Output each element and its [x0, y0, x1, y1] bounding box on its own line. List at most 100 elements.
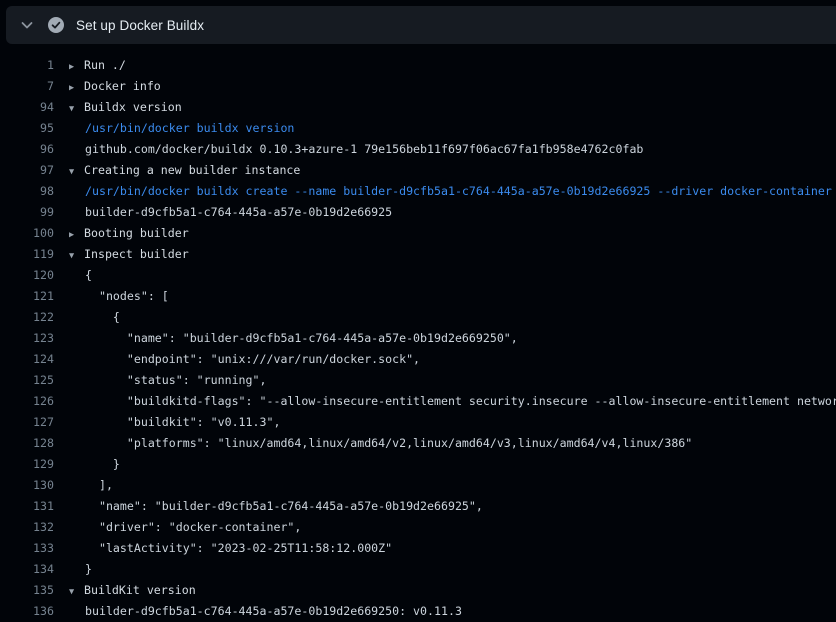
log-output-text: builder-d9cfb5a1-c764-445a-a57e-0b19d2e6… — [69, 202, 392, 223]
log-group-title[interactable]: Buildx version — [84, 100, 182, 114]
log-group-row[interactable]: ▶Docker info — [69, 76, 161, 97]
log-line: 136 builder-d9cfb5a1-c764-445a-a57e-0b19… — [0, 601, 836, 622]
step-title: Set up Docker Buildx — [76, 18, 204, 33]
step-header[interactable]: Set up Docker Buildx — [6, 6, 836, 44]
log-view: 1 ▶Run ./ 7 ▶Docker info 94 ▼Buildx vers… — [0, 55, 836, 622]
chevron-down-icon[interactable] — [19, 17, 35, 33]
log-line: 100 ▶Booting builder — [0, 223, 836, 244]
log-group-title[interactable]: Creating a new builder instance — [84, 163, 300, 177]
log-command-text: /usr/bin/docker buildx version — [69, 118, 294, 139]
log-group-title[interactable]: Booting builder — [84, 226, 189, 240]
line-number[interactable]: 127 — [0, 412, 54, 433]
group-toggle-collapsed-arrow-icon[interactable]: ▶ — [69, 57, 84, 78]
line-number[interactable]: 1 — [0, 55, 54, 76]
log-output-text: { — [69, 307, 120, 328]
log-output-text: { — [69, 265, 92, 286]
log-line: 133 "lastActivity": "2023-02-25T11:58:12… — [0, 538, 836, 559]
log-output-text: "status": "running", — [69, 370, 266, 391]
line-number[interactable]: 122 — [0, 307, 54, 328]
log-output-text: ], — [69, 475, 113, 496]
group-toggle-collapsed-arrow-icon[interactable]: ▶ — [69, 225, 84, 246]
line-number[interactable]: 98 — [0, 181, 54, 202]
line-number[interactable]: 136 — [0, 601, 54, 622]
log-line: 122 { — [0, 307, 836, 328]
line-number[interactable]: 95 — [0, 118, 54, 139]
line-number[interactable]: 125 — [0, 370, 54, 391]
group-toggle-expanded-arrow-icon[interactable]: ▼ — [69, 99, 84, 120]
line-number[interactable]: 119 — [0, 244, 54, 265]
log-line: 131 "name": "builder-d9cfb5a1-c764-445a-… — [0, 496, 836, 517]
log-output-text: "lastActivity": "2023-02-25T11:58:12.000… — [69, 538, 392, 559]
log-line: 123 "name": "builder-d9cfb5a1-c764-445a-… — [0, 328, 836, 349]
log-line: 7 ▶Docker info — [0, 76, 836, 97]
log-line: 1 ▶Run ./ — [0, 55, 836, 76]
log-output-text: } — [69, 454, 120, 475]
log-group-row[interactable]: ▼Buildx version — [69, 97, 182, 118]
log-output-text: "driver": "docker-container", — [69, 517, 301, 538]
log-line: 128 "platforms": "linux/amd64,linux/amd6… — [0, 433, 836, 454]
line-number[interactable]: 124 — [0, 349, 54, 370]
log-group-title[interactable]: Inspect builder — [84, 247, 189, 261]
log-output-text: "name": "builder-d9cfb5a1-c764-445a-a57e… — [69, 496, 483, 517]
line-number[interactable]: 94 — [0, 97, 54, 118]
log-group-row[interactable]: ▼Inspect builder — [69, 244, 189, 265]
log-line: 121 "nodes": [ — [0, 286, 836, 307]
log-output-text: "platforms": "linux/amd64,linux/amd64/v2… — [69, 433, 692, 454]
line-number[interactable]: 128 — [0, 433, 54, 454]
log-group-row[interactable]: ▶Booting builder — [69, 223, 189, 244]
line-number[interactable]: 133 — [0, 538, 54, 559]
step-status-check-icon — [48, 17, 64, 33]
log-line: 96 github.com/docker/buildx 0.10.3+azure… — [0, 139, 836, 160]
log-line: 97 ▼Creating a new builder instance — [0, 160, 836, 181]
line-number[interactable]: 100 — [0, 223, 54, 244]
log-output-text: "nodes": [ — [69, 286, 169, 307]
log-output-text: "endpoint": "unix:///var/run/docker.sock… — [69, 349, 420, 370]
group-toggle-expanded-arrow-icon[interactable]: ▼ — [69, 162, 84, 183]
log-line: 132 "driver": "docker-container", — [0, 517, 836, 538]
log-group-row[interactable]: ▼BuildKit version — [69, 580, 196, 601]
log-line: 129 } — [0, 454, 836, 475]
log-output-text: "name": "builder-d9cfb5a1-c764-445a-a57e… — [69, 328, 518, 349]
log-output-text: } — [69, 559, 92, 580]
log-line: 127 "buildkit": "v0.11.3", — [0, 412, 836, 433]
line-number[interactable]: 129 — [0, 454, 54, 475]
line-number[interactable]: 126 — [0, 391, 54, 412]
log-output-text: builder-d9cfb5a1-c764-445a-a57e-0b19d2e6… — [69, 601, 462, 622]
log-line: 95 /usr/bin/docker buildx version — [0, 118, 836, 139]
log-line: 124 "endpoint": "unix:///var/run/docker.… — [0, 349, 836, 370]
log-line: 119 ▼Inspect builder — [0, 244, 836, 265]
log-group-title[interactable]: Docker info — [84, 79, 161, 93]
line-number[interactable]: 96 — [0, 139, 54, 160]
line-number[interactable]: 120 — [0, 265, 54, 286]
log-output-text: "buildkit": "v0.11.3", — [69, 412, 280, 433]
line-number[interactable]: 131 — [0, 496, 54, 517]
log-line: 98 /usr/bin/docker buildx create --name … — [0, 181, 836, 202]
log-line: 126 "buildkitd-flags": "--allow-insecure… — [0, 391, 836, 412]
log-group-title[interactable]: Run ./ — [84, 58, 126, 72]
log-line: 125 "status": "running", — [0, 370, 836, 391]
line-number[interactable]: 135 — [0, 580, 54, 601]
line-number[interactable]: 132 — [0, 517, 54, 538]
log-line: 94 ▼Buildx version — [0, 97, 836, 118]
group-toggle-expanded-arrow-icon[interactable]: ▼ — [69, 246, 84, 267]
group-toggle-expanded-arrow-icon[interactable]: ▼ — [69, 582, 84, 603]
line-number[interactable]: 99 — [0, 202, 54, 223]
line-number[interactable]: 130 — [0, 475, 54, 496]
line-number[interactable]: 121 — [0, 286, 54, 307]
log-group-title[interactable]: BuildKit version — [84, 583, 196, 597]
log-line: 130 ], — [0, 475, 836, 496]
log-group-row[interactable]: ▶Run ./ — [69, 55, 126, 76]
log-line: 120 { — [0, 265, 836, 286]
line-number[interactable]: 7 — [0, 76, 54, 97]
group-toggle-collapsed-arrow-icon[interactable]: ▶ — [69, 78, 84, 99]
line-number[interactable]: 97 — [0, 160, 54, 181]
line-number[interactable]: 134 — [0, 559, 54, 580]
line-number[interactable]: 123 — [0, 328, 54, 349]
log-group-row[interactable]: ▼Creating a new builder instance — [69, 160, 300, 181]
log-output-text: "buildkitd-flags": "--allow-insecure-ent… — [69, 391, 836, 412]
log-output-text: github.com/docker/buildx 0.10.3+azure-1 … — [69, 139, 643, 160]
log-command-text: /usr/bin/docker buildx create --name bui… — [69, 181, 832, 202]
log-line: 134 } — [0, 559, 836, 580]
log-line: 99 builder-d9cfb5a1-c764-445a-a57e-0b19d… — [0, 202, 836, 223]
log-line: 135 ▼BuildKit version — [0, 580, 836, 601]
